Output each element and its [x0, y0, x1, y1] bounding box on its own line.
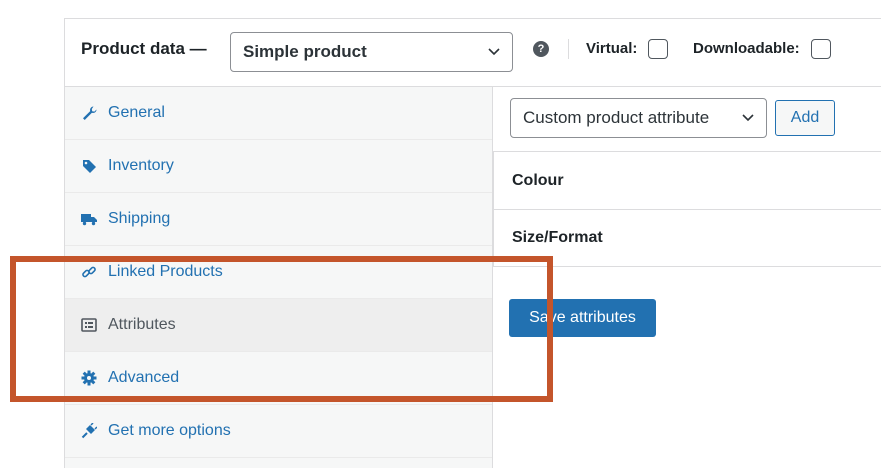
attribute-row-colour[interactable]: Colour	[493, 151, 881, 209]
tab-inventory[interactable]: Inventory	[65, 140, 492, 193]
add-attribute-button[interactable]: Add	[775, 100, 835, 136]
wrench-icon	[81, 105, 97, 121]
header-divider	[568, 39, 569, 59]
attribute-name: Colour	[512, 171, 564, 189]
virtual-label: Virtual:	[586, 40, 638, 57]
help-icon[interactable]: ?	[533, 41, 549, 57]
attribute-select[interactable]: Custom product attribute	[510, 98, 767, 138]
attribute-select-value: Custom product attribute	[523, 108, 710, 127]
attribute-name: Size/Format	[512, 229, 603, 246]
tab-shipping[interactable]: Shipping	[65, 193, 492, 246]
product-type-select[interactable]: Simple product	[230, 32, 513, 72]
tag-icon	[81, 158, 97, 174]
product-type-value: Simple product	[243, 42, 367, 61]
highlight-annotation-box	[10, 256, 553, 402]
product-data-header: Product data — Simple product ? Virtual:…	[65, 19, 881, 87]
virtual-checkbox[interactable]	[648, 39, 668, 59]
tab-label: General	[108, 104, 165, 121]
page: Product data — Simple product ? Virtual:…	[0, 0, 881, 468]
product-data-title: Product data —	[81, 39, 207, 58]
downloadable-label: Downloadable:	[693, 40, 800, 57]
tab-label: Inventory	[108, 157, 174, 174]
plugin-icon	[81, 423, 97, 439]
truck-icon	[81, 211, 97, 227]
tab-general[interactable]: General	[65, 87, 492, 140]
chevron-down-icon	[488, 48, 500, 56]
tab-label: Shipping	[108, 210, 171, 227]
downloadable-checkbox[interactable]	[811, 39, 831, 59]
tab-label: Get more options	[108, 422, 231, 439]
chevron-down-icon	[742, 114, 754, 122]
tab-get-more-options[interactable]: Get more options	[65, 405, 492, 458]
